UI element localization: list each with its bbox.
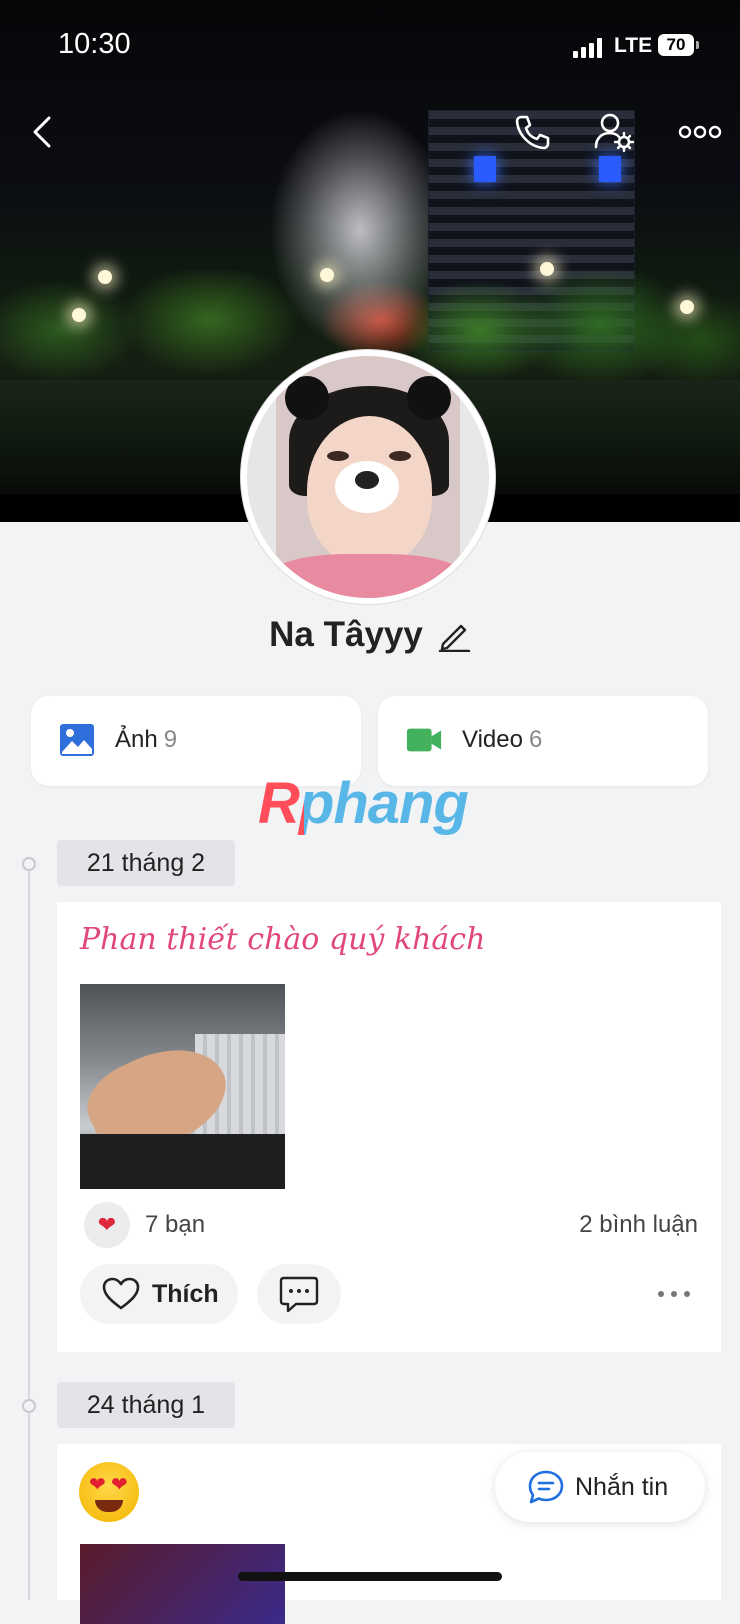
status-time: 10:30	[58, 28, 131, 60]
status-bar: 10:30 LTE 70	[0, 28, 740, 64]
heart-outline-icon	[102, 1277, 140, 1310]
profile-name: Na Tâyyy	[269, 615, 423, 654]
heart-eyes-emoji: ❤ ❤	[79, 1462, 139, 1522]
reaction-count[interactable]: 7 bạn	[145, 1211, 205, 1239]
phone-icon	[515, 115, 550, 150]
message-button[interactable]: Nhắn tin	[495, 1452, 705, 1522]
timeline-line	[28, 862, 30, 1600]
chevron-left-icon	[33, 116, 51, 148]
message-label: Nhắn tin	[575, 1472, 669, 1501]
watermark-logo: Rphang	[258, 771, 469, 836]
video-camera-icon	[406, 728, 442, 752]
more-options-button[interactable]	[676, 108, 724, 156]
comment-icon	[279, 1276, 319, 1313]
date-chip: 24 tháng 1	[57, 1382, 235, 1428]
more-horizontal-icon	[678, 125, 722, 139]
photos-label: Ảnh 9	[115, 726, 178, 753]
comment-button[interactable]	[257, 1264, 341, 1324]
profile-avatar[interactable]	[241, 350, 495, 604]
like-button[interactable]: Thích	[80, 1264, 238, 1324]
home-indicator[interactable]	[238, 1572, 502, 1581]
post-more-icon[interactable]	[655, 1280, 693, 1308]
battery-icon: 70	[658, 34, 694, 56]
date-chip: 21 tháng 2	[57, 840, 235, 886]
signal-icon	[573, 38, 603, 58]
network-type: LTE	[614, 34, 653, 57]
post-photo[interactable]	[80, 1544, 285, 1624]
heart-reaction-icon[interactable]: ❤	[84, 1202, 130, 1248]
like-label: Thích	[152, 1279, 219, 1308]
user-settings-icon	[594, 113, 635, 153]
videos-label: Video 6	[462, 726, 543, 753]
timeline-dot	[22, 857, 36, 871]
profile-settings-button[interactable]	[590, 108, 638, 156]
call-button[interactable]	[508, 108, 556, 156]
comment-count[interactable]: 2 bình luận	[579, 1211, 698, 1239]
chat-bubble-icon	[528, 1470, 564, 1504]
edit-pencil-icon[interactable]	[437, 618, 471, 652]
post-photo[interactable]	[80, 984, 285, 1189]
profile-name-row: Na Tâyyy	[0, 615, 740, 655]
image-icon	[60, 724, 94, 756]
post-card[interactable]: Phan thiết chào quý khách ❤ 7 bạn 2 bình…	[57, 902, 721, 1352]
post-caption: Phan thiết chào quý khách	[80, 922, 486, 957]
timeline-dot	[22, 1399, 36, 1413]
back-button[interactable]	[18, 108, 66, 156]
